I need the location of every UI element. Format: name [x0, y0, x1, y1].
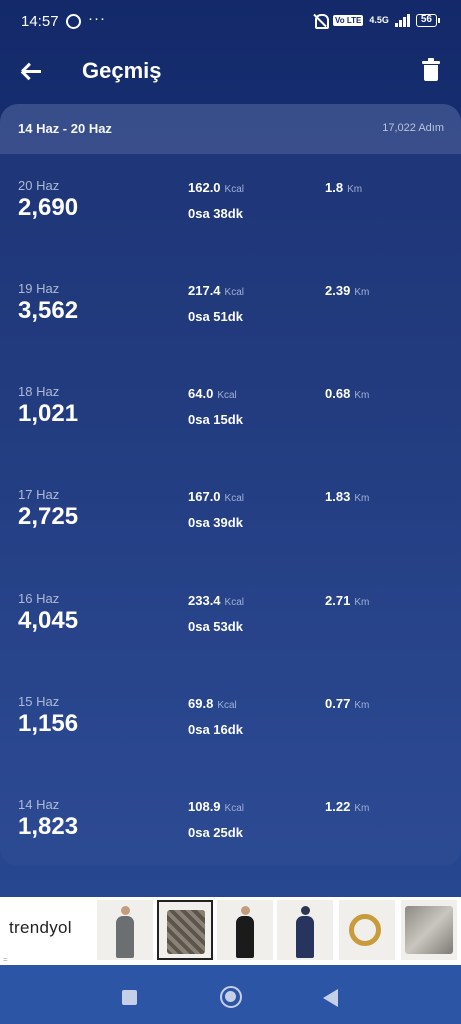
day-date: 19 Haz [18, 281, 60, 296]
volte-icon: Vo LTE [332, 14, 364, 26]
status-bar: 14:57 ··· Vo LTE 4.5G 56 [0, 0, 461, 44]
back-triangle-icon[interactable] [323, 989, 338, 1007]
week-summary[interactable]: 14 Haz - 20 Haz 17,022 Adım [0, 104, 461, 154]
network-type: 4.5G [369, 15, 389, 25]
ad-brand-logo[interactable]: trendyol [9, 918, 72, 938]
day-distance: 1.8 Km [325, 180, 363, 195]
day-date: 15 Haz [18, 694, 60, 709]
day-date: 20 Haz [18, 178, 60, 193]
ad-marker: = [3, 955, 8, 964]
day-row[interactable]: 16 Haz 4,045 233.4 Kcal 0sa 53dk 2.71 Km [0, 591, 461, 694]
day-calories: 162.0 Kcal [188, 180, 244, 195]
ad-product-image[interactable] [217, 900, 273, 960]
page-title: Geçmiş [82, 58, 162, 83]
more-notifications-icon: ··· [88, 10, 106, 27]
day-steps: 4,045 [18, 607, 79, 634]
day-duration: 0sa 51dk [188, 309, 243, 324]
ad-banner[interactable]: trendyol = [0, 897, 461, 965]
status-time: 14:57 [21, 13, 59, 30]
week-total-steps: 17,022 Adım [382, 122, 444, 134]
week-range: 14 Haz - 20 Haz [18, 121, 112, 136]
day-row[interactable]: 17 Haz 2,725 167.0 Kcal 0sa 39dk 1.83 Km [0, 487, 461, 590]
battery-icon: 56 [415, 13, 441, 27]
day-duration: 0sa 15dk [188, 412, 243, 427]
day-distance: 2.39 Km [325, 283, 370, 298]
status-icons: Vo LTE 4.5G 56 [313, 13, 441, 29]
day-row[interactable]: 15 Haz 1,156 69.8 Kcal 0sa 16dk 0.77 Km [0, 694, 461, 797]
day-steps: 1,823 [18, 813, 79, 840]
ad-product-image[interactable] [157, 900, 213, 960]
home-icon[interactable] [220, 986, 242, 1008]
day-distance: 2.71 Km [325, 593, 370, 608]
bell-off-icon [313, 13, 329, 29]
day-calories: 167.0 Kcal [188, 489, 244, 504]
app-header: Geçmiş [0, 44, 461, 100]
day-distance: 1.83 Km [325, 489, 370, 504]
whatsapp-icon [66, 14, 81, 29]
day-steps: 2,725 [18, 503, 79, 530]
day-duration: 0sa 25dk [188, 825, 243, 840]
day-date: 14 Haz [18, 797, 60, 812]
day-row[interactable]: 14 Haz 1,823 108.9 Kcal 0sa 25dk 1.22 Km [0, 797, 461, 900]
day-calories: 64.0 Kcal [188, 386, 237, 401]
back-button[interactable] [18, 56, 48, 86]
day-row[interactable]: 19 Haz 3,562 217.4 Kcal 0sa 51dk 2.39 Km [0, 281, 461, 384]
day-steps: 1,156 [18, 710, 79, 737]
day-distance: 0.77 Km [325, 696, 370, 711]
day-calories: 233.4 Kcal [188, 593, 244, 608]
history-card: 14 Haz - 20 Haz 17,022 Adım 20 Haz 2,690… [0, 104, 461, 866]
recent-apps-icon[interactable] [122, 990, 137, 1005]
day-distance: 1.22 Km [325, 799, 370, 814]
day-duration: 0sa 16dk [188, 722, 243, 737]
day-duration: 0sa 38dk [188, 206, 243, 221]
day-calories: 217.4 Kcal [188, 283, 244, 298]
day-row[interactable]: 18 Haz 1,021 64.0 Kcal 0sa 15dk 0.68 Km [0, 384, 461, 487]
day-steps: 3,562 [18, 297, 79, 324]
day-duration: 0sa 53dk [188, 619, 243, 634]
ad-product-image[interactable] [97, 900, 153, 960]
signal-icon [394, 13, 410, 27]
ad-product-image[interactable] [339, 900, 395, 960]
day-distance: 0.68 Km [325, 386, 370, 401]
day-date: 17 Haz [18, 487, 60, 502]
day-date: 18 Haz [18, 384, 60, 399]
system-nav-bar [0, 965, 461, 1024]
day-calories: 69.8 Kcal [188, 696, 237, 711]
day-row[interactable]: 20 Haz 2,690 162.0 Kcal 0sa 38dk 1.8 Km [0, 178, 461, 281]
day-calories: 108.9 Kcal [188, 799, 244, 814]
ad-product-image[interactable] [401, 900, 457, 960]
delete-button[interactable] [422, 58, 442, 84]
ad-product-image[interactable] [277, 900, 333, 960]
day-steps: 1,021 [18, 400, 79, 427]
day-duration: 0sa 39dk [188, 515, 243, 530]
day-date: 16 Haz [18, 591, 60, 606]
day-steps: 2,690 [18, 194, 79, 221]
